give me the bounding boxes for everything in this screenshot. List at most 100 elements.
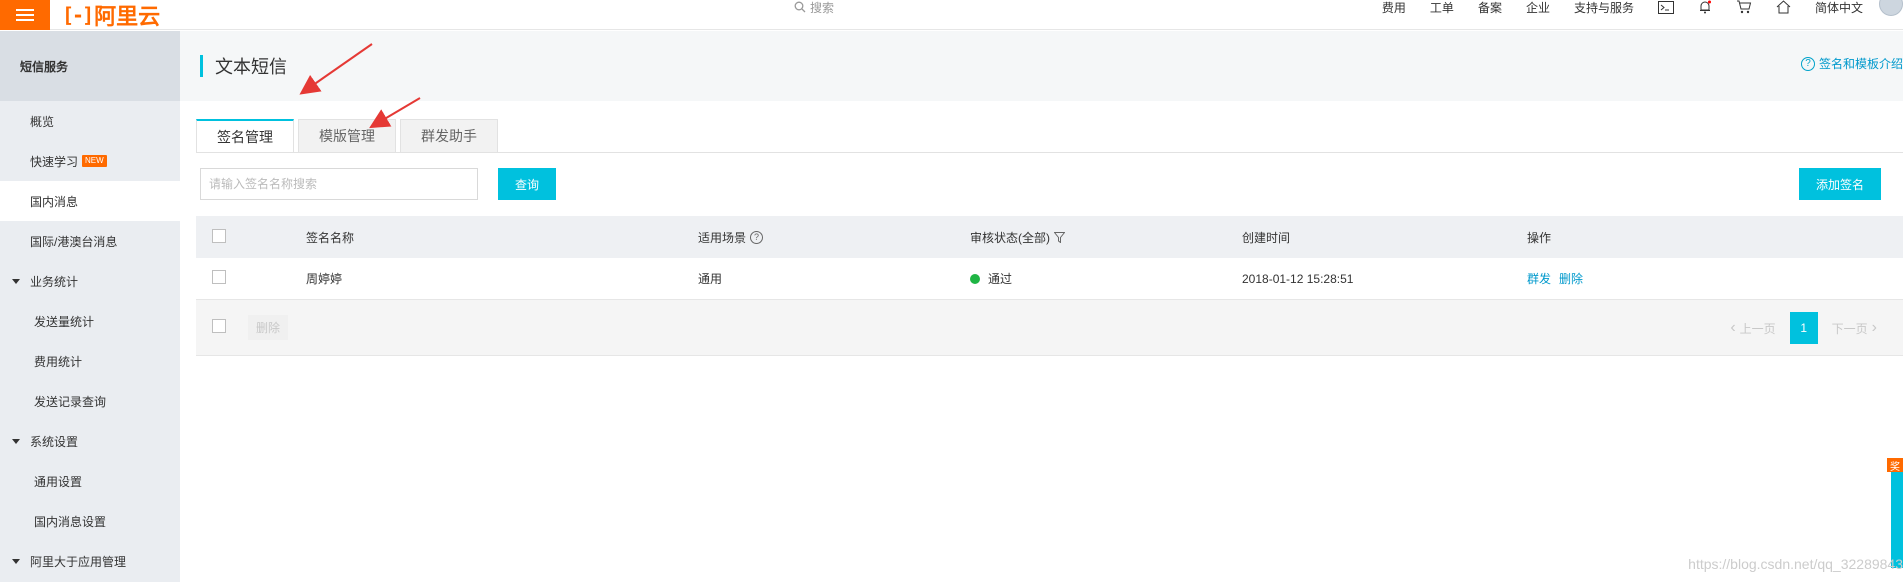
filter-icon[interactable] (1054, 231, 1065, 243)
home-icon[interactable] (1776, 0, 1791, 14)
sidebar-group-label: 系统设置 (30, 434, 79, 449)
cell-time: 2018-01-12 15:28:51 (1242, 271, 1354, 286)
aliyun-logo[interactable]: [-] 阿里云 (62, 0, 160, 30)
reward-badge[interactable]: 奖 (1887, 458, 1903, 473)
tab-bar: 签名管理 模版管理 群发助手 (196, 119, 502, 153)
row-checkbox[interactable] (212, 270, 226, 284)
top-nav: 费用 工单 备案 企业 支持与服务 简体中文 (1358, 0, 1863, 16)
pagination: ‹ 上一页 1 下一页 › (1720, 312, 1887, 344)
prev-page-button[interactable]: ‹ 上一页 (1720, 312, 1781, 344)
caret-down-icon (12, 558, 20, 564)
help-link-label: 签名和模板介绍 (1818, 57, 1903, 71)
footer-select-all-checkbox[interactable] (212, 319, 226, 333)
question-icon: ? (1800, 56, 1815, 71)
sidebar-item-fee-stats[interactable]: 费用统计 (0, 341, 180, 381)
batch-delete-button[interactable]: 删除 (248, 315, 289, 340)
nav-enterprise[interactable]: 企业 (1526, 0, 1550, 16)
col-header-status: 审核状态(全部) (970, 229, 1242, 246)
col-header-ops: 操作 (1527, 230, 1552, 245)
global-search[interactable]: 搜索 (794, 0, 834, 15)
sidebar-item-send-stats[interactable]: 发送量统计 (0, 301, 180, 341)
sidebar-item-label: 国内消息设置 (34, 514, 107, 529)
sidebar-group-settings[interactable]: 系统设置 (0, 421, 180, 461)
sidebar-item-label: 发送记录查询 (34, 394, 107, 409)
signature-search-input[interactable] (200, 168, 478, 200)
language-switch[interactable]: 简体中文 (1815, 0, 1863, 16)
cart-icon[interactable] (1736, 0, 1752, 14)
select-all-checkbox[interactable] (212, 228, 226, 243)
bulk-send-link[interactable]: 群发 (1527, 270, 1551, 287)
table-header: 签名名称 适用场景 ? 审核状态(全部) 创建时间 操作 (196, 216, 1903, 258)
sidebar-item-label: 费用统计 (34, 354, 83, 369)
sidebar-item-label: 国际/港澳台消息 (30, 234, 118, 249)
tab-divider (196, 152, 1903, 153)
nav-filing[interactable]: 备案 (1478, 0, 1502, 16)
status-success-icon (970, 273, 980, 284)
sidebar: 短信服务 概览 快速学习 NEW 国内消息 国际/港澳台消息 业务统计 发送量统… (0, 31, 180, 582)
sidebar-group-alidayu[interactable]: 阿里大于应用管理 (0, 541, 180, 581)
col-header-status-label: 审核状态(全部) (970, 230, 1050, 245)
help-link[interactable]: ? 签名和模板介绍 (1800, 55, 1903, 72)
sidebar-item-domestic[interactable]: 国内消息 (0, 181, 180, 221)
sidebar-item-quickstart[interactable]: 快速学习 NEW (0, 141, 180, 181)
col-header-scene-label: 适用场景 (698, 230, 747, 245)
query-button[interactable]: 查询 (498, 168, 556, 200)
cell-status: 通过 (970, 270, 1242, 287)
page-number-current[interactable]: 1 (1789, 312, 1818, 344)
nav-fees[interactable]: 费用 (1382, 0, 1406, 16)
tab-signature[interactable]: 签名管理 (196, 119, 294, 153)
floating-widget[interactable] (1891, 458, 1903, 568)
tab-bulk-send[interactable]: 群发助手 (400, 119, 498, 153)
logo-text: 阿里云 (94, 4, 161, 29)
sidebar-title: 短信服务 (0, 31, 180, 101)
cell-name: 周婷婷 (306, 272, 343, 286)
sidebar-item-domestic-settings[interactable]: 国内消息设置 (0, 501, 180, 541)
add-signature-button[interactable]: 添加签名 (1799, 168, 1881, 200)
chevron-right-icon: › (1871, 319, 1877, 336)
sidebar-item-overview[interactable]: 概览 (0, 101, 180, 141)
nav-ticket[interactable]: 工单 (1430, 0, 1454, 16)
search-icon (794, 1, 806, 13)
logo-mark: [-] (62, 3, 94, 27)
menu-icon[interactable] (0, 0, 50, 30)
sidebar-item-label: 国内消息 (30, 194, 79, 209)
col-header-scene: 适用场景 ? (698, 229, 970, 246)
page-header: 文本短信 ? 签名和模板介绍 (180, 31, 1903, 101)
col-header-name: 签名名称 (306, 230, 355, 245)
table-footer: 删除 ‹ 上一页 1 下一页 › (196, 300, 1903, 356)
next-page-label: 下一页 (1831, 321, 1868, 336)
prev-page-label: 上一页 (1739, 321, 1776, 336)
sidebar-item-label: 快速学习 (30, 154, 79, 169)
question-icon[interactable]: ? (750, 230, 764, 244)
sidebar-group-label: 阿里大于应用管理 (30, 554, 127, 569)
next-page-button[interactable]: 下一页 › (1826, 312, 1887, 344)
page-title: 文本短信 (215, 57, 287, 77)
sidebar-item-general-settings[interactable]: 通用设置 (0, 461, 180, 501)
nav-support[interactable]: 支持与服务 (1574, 0, 1634, 16)
tab-template[interactable]: 模版管理 (298, 119, 396, 153)
bell-icon[interactable] (1698, 0, 1712, 14)
sidebar-item-label: 发送量统计 (34, 314, 95, 329)
terminal-icon[interactable] (1657, 0, 1674, 14)
col-header-time: 创建时间 (1242, 230, 1291, 245)
table-row: 周婷婷 通用 通过 2018-01-12 15:28:51 群发 删除 (196, 258, 1903, 300)
main-content: 文本短信 ? 签名和模板介绍 签名管理 模版管理 群发助手 查询 添加签名 签名… (180, 31, 1903, 582)
watermark: https://blog.csdn.net/qq_32289843 (1688, 556, 1903, 572)
sidebar-item-label: 概览 (30, 114, 55, 129)
sidebar-item-send-records[interactable]: 发送记录查询 (0, 381, 180, 421)
avatar[interactable] (1879, 0, 1903, 16)
sidebar-group-stats[interactable]: 业务统计 (0, 261, 180, 301)
cell-scene: 通用 (698, 272, 723, 286)
status-text: 通过 (988, 272, 1013, 286)
chevron-left-icon: ‹ (1730, 319, 1736, 336)
sidebar-group-label: 业务统计 (30, 274, 79, 289)
sidebar-item-international[interactable]: 国际/港澳台消息 (0, 221, 180, 261)
new-badge: NEW (82, 155, 107, 167)
title-accent-bar (200, 55, 203, 77)
delete-link[interactable]: 删除 (1559, 270, 1583, 287)
top-navbar: [-] 阿里云 搜索 费用 工单 备案 企业 支持与服务 简体中文 (0, 0, 1903, 30)
sidebar-item-label: 通用设置 (34, 474, 83, 489)
signature-table: 签名名称 适用场景 ? 审核状态(全部) 创建时间 操作 周婷婷 通用 通过 2 (196, 216, 1903, 356)
cell-ops: 群发 删除 (1527, 270, 1727, 287)
caret-down-icon (12, 438, 20, 444)
